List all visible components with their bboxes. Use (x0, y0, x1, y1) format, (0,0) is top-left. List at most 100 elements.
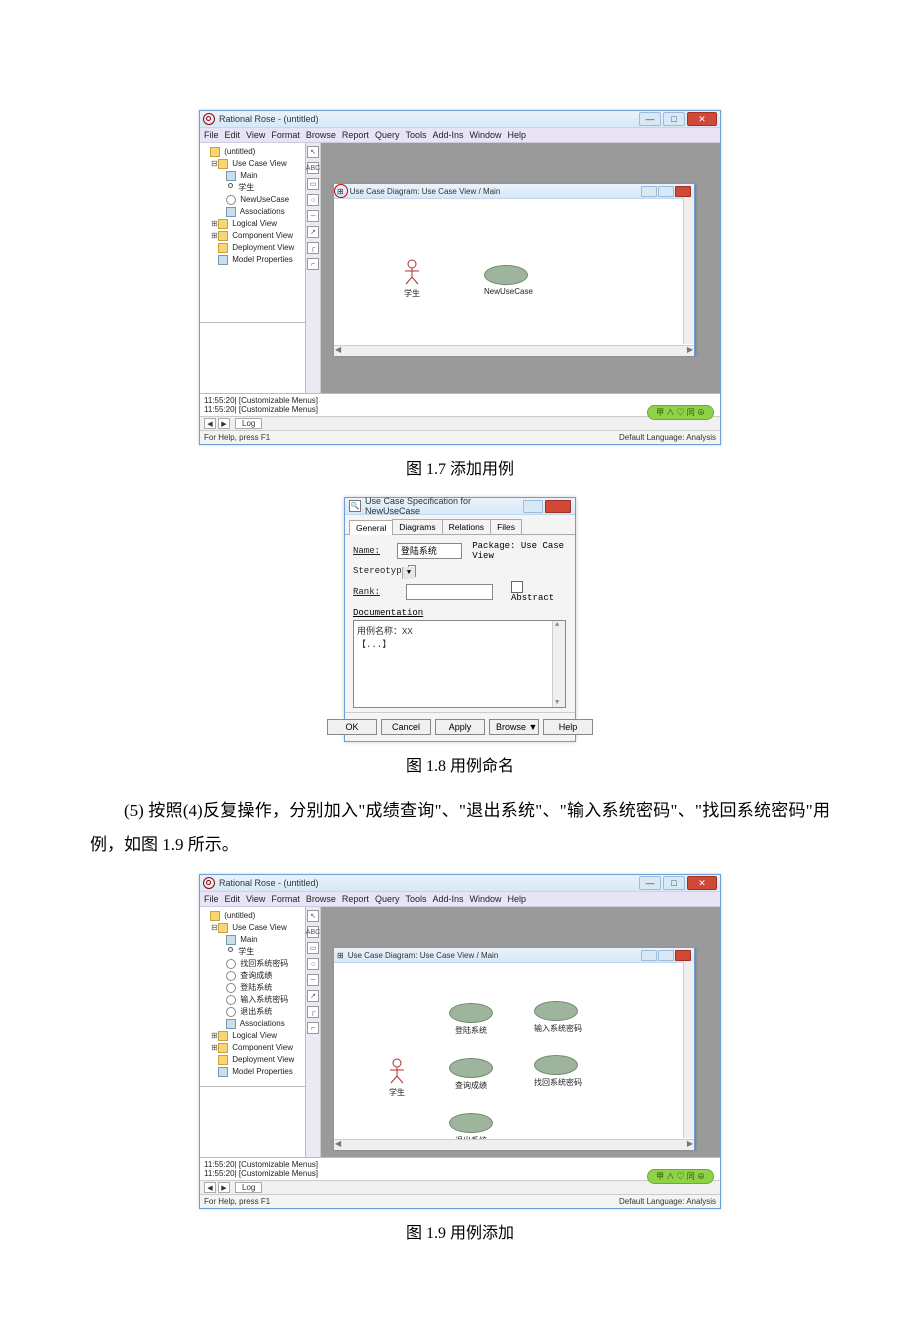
menu-query[interactable]: Query (375, 894, 400, 904)
menu-report[interactable]: Report (342, 130, 369, 140)
stereotype-combo[interactable]: ▼ (408, 566, 416, 576)
menu-report[interactable]: Report (342, 894, 369, 904)
tool-button[interactable]: ↗ (307, 226, 319, 238)
dialog-tabs[interactable]: GeneralDiagramsRelationsFiles (345, 515, 575, 534)
diagram-maximize-button[interactable] (658, 950, 674, 961)
tree-item[interactable]: NewUseCase (203, 194, 302, 206)
minimize-button[interactable]: — (639, 876, 661, 890)
log-tab-prev[interactable]: ◀ (204, 1182, 216, 1193)
menu-view[interactable]: View (246, 130, 265, 140)
tool-button[interactable]: ┌ (307, 1006, 319, 1018)
close-button[interactable]: ✕ (687, 876, 717, 890)
menu-edit[interactable]: Edit (225, 130, 241, 140)
log-tab-prev[interactable]: ◀ (204, 418, 216, 429)
tool-button[interactable]: ─ (307, 210, 319, 222)
log-tab[interactable]: Log (235, 418, 262, 429)
horizontal-scrollbar[interactable] (334, 1139, 694, 1150)
diagram-canvas[interactable]: 学生登陆系统输入系统密码查询成绩找回系统密码退出系统 (334, 963, 694, 1139)
tree-item[interactable]: Deployment View (203, 242, 302, 254)
menu-help[interactable]: Help (508, 130, 527, 140)
tree-item[interactable]: Main (203, 170, 302, 182)
menu-window[interactable]: Window (470, 130, 502, 140)
menu-help[interactable]: Help (508, 894, 527, 904)
tool-button[interactable]: ┌ (307, 242, 319, 254)
tool-button[interactable]: ABC (307, 162, 319, 174)
tree-item[interactable]: 找回系统密码 (203, 958, 302, 970)
model-tree[interactable]: (untitled)⊟ Use Case View Main 学生 NewUse… (200, 143, 305, 322)
cancel-button[interactable]: Cancel (381, 719, 431, 735)
diagram-toolbox[interactable]: ↖ABC▭○─↗┌⌐ (306, 143, 321, 393)
chevron-down-icon[interactable]: ▼ (402, 567, 415, 579)
window-titlebar[interactable]: Rational Rose - (untitled) — □ ✕ (200, 875, 720, 892)
menu-bar[interactable]: FileEditViewFormatBrowseReportQueryTools… (200, 892, 720, 907)
diagram-close-button[interactable] (675, 186, 691, 197)
diagram-canvas[interactable]: 学生 NewUseCase (334, 199, 694, 345)
dialog-help-button[interactable] (523, 500, 543, 513)
tool-button[interactable]: ⌐ (307, 258, 319, 270)
close-button[interactable]: ✕ (687, 112, 717, 126)
help-button[interactable]: Help (543, 719, 593, 735)
menu-file[interactable]: File (204, 130, 219, 140)
menu-format[interactable]: Format (271, 894, 300, 904)
tree-item[interactable]: (untitled) (203, 910, 302, 922)
use-case[interactable]: 输入系统密码 (534, 1001, 582, 1034)
actor[interactable]: 学生 (384, 1058, 410, 1098)
tree-item[interactable]: Deployment View (203, 1054, 302, 1066)
tab-files[interactable]: Files (490, 519, 522, 534)
tool-button[interactable]: ▭ (307, 178, 319, 190)
menu-query[interactable]: Query (375, 130, 400, 140)
maximize-button[interactable]: □ (663, 876, 685, 890)
rank-input[interactable] (406, 584, 493, 600)
log-tab-next[interactable]: ▶ (218, 1182, 230, 1193)
log-tab[interactable]: Log (235, 1182, 262, 1193)
maximize-button[interactable]: □ (663, 112, 685, 126)
diagram-minimize-button[interactable] (641, 186, 657, 197)
tree-item[interactable]: ⊞ Logical View (203, 1030, 302, 1042)
tree-item[interactable]: 学生 (203, 182, 302, 194)
tree-item[interactable]: Associations (203, 1018, 302, 1030)
diagram-close-button[interactable] (675, 950, 691, 961)
diagram-maximize-button[interactable] (658, 186, 674, 197)
actor[interactable]: 学生 (399, 259, 425, 299)
tree-item[interactable]: ⊞ Component View (203, 1042, 302, 1054)
documentation-textarea[interactable]: 用例名称：XX 【...】 (353, 620, 566, 708)
tool-button[interactable]: ↖ (307, 146, 319, 158)
menu-view[interactable]: View (246, 894, 265, 904)
tree-item[interactable]: 查询成绩 (203, 970, 302, 982)
tree-item[interactable]: Model Properties (203, 254, 302, 266)
tool-button[interactable]: ─ (307, 974, 319, 986)
tree-item[interactable]: ⊞ Logical View (203, 218, 302, 230)
tree-item[interactable]: ⊞ Component View (203, 230, 302, 242)
tool-button[interactable]: ↗ (307, 990, 319, 1002)
name-input[interactable]: 登陆系统 (397, 543, 462, 559)
menu-add-ins[interactable]: Add-Ins (432, 130, 463, 140)
apply-button[interactable]: Apply (435, 719, 485, 735)
tool-button[interactable]: ▭ (307, 942, 319, 954)
tree-item[interactable]: 退出系统 (203, 1006, 302, 1018)
use-case[interactable]: NewUseCase (484, 265, 533, 296)
diagram-toolbox[interactable]: ↖ABC▭○─↗┌⌐ (306, 907, 321, 1157)
ime-badge[interactable]: 甲 ∧ ♡ 同 ⊕ (647, 405, 714, 420)
diagram-titlebar[interactable]: ⊞ Use Case Diagram: Use Case View / Main (334, 184, 694, 199)
tree-item[interactable]: Main (203, 934, 302, 946)
tab-general[interactable]: General (349, 520, 393, 535)
use-case[interactable]: 登陆系统 (449, 1003, 493, 1036)
tree-item[interactable]: 学生 (203, 946, 302, 958)
use-case[interactable]: 查询成绩 (449, 1058, 493, 1091)
tool-button[interactable]: ABC (307, 926, 319, 938)
tree-item[interactable]: (untitled) (203, 146, 302, 158)
menu-bar[interactable]: FileEditViewFormatBrowseReportQueryTools… (200, 128, 720, 143)
vertical-scrollbar[interactable] (552, 621, 565, 707)
log-tab-bar[interactable]: ◀ ▶ Log (200, 416, 720, 430)
minimize-button[interactable]: — (639, 112, 661, 126)
vertical-scrollbar[interactable] (683, 962, 694, 1138)
vertical-scrollbar[interactable] (683, 198, 694, 344)
dialog-close-button[interactable] (545, 500, 571, 513)
model-tree[interactable]: (untitled)⊟ Use Case View Main 学生 找回系统密码… (200, 907, 305, 1086)
tool-button[interactable]: ↖ (307, 910, 319, 922)
ok-button[interactable]: OK (327, 719, 377, 735)
diagram-titlebar[interactable]: ⊞ Use Case Diagram: Use Case View / Main (334, 948, 694, 963)
menu-file[interactable]: File (204, 894, 219, 904)
menu-tools[interactable]: Tools (405, 130, 426, 140)
tool-button[interactable]: ○ (307, 958, 319, 970)
